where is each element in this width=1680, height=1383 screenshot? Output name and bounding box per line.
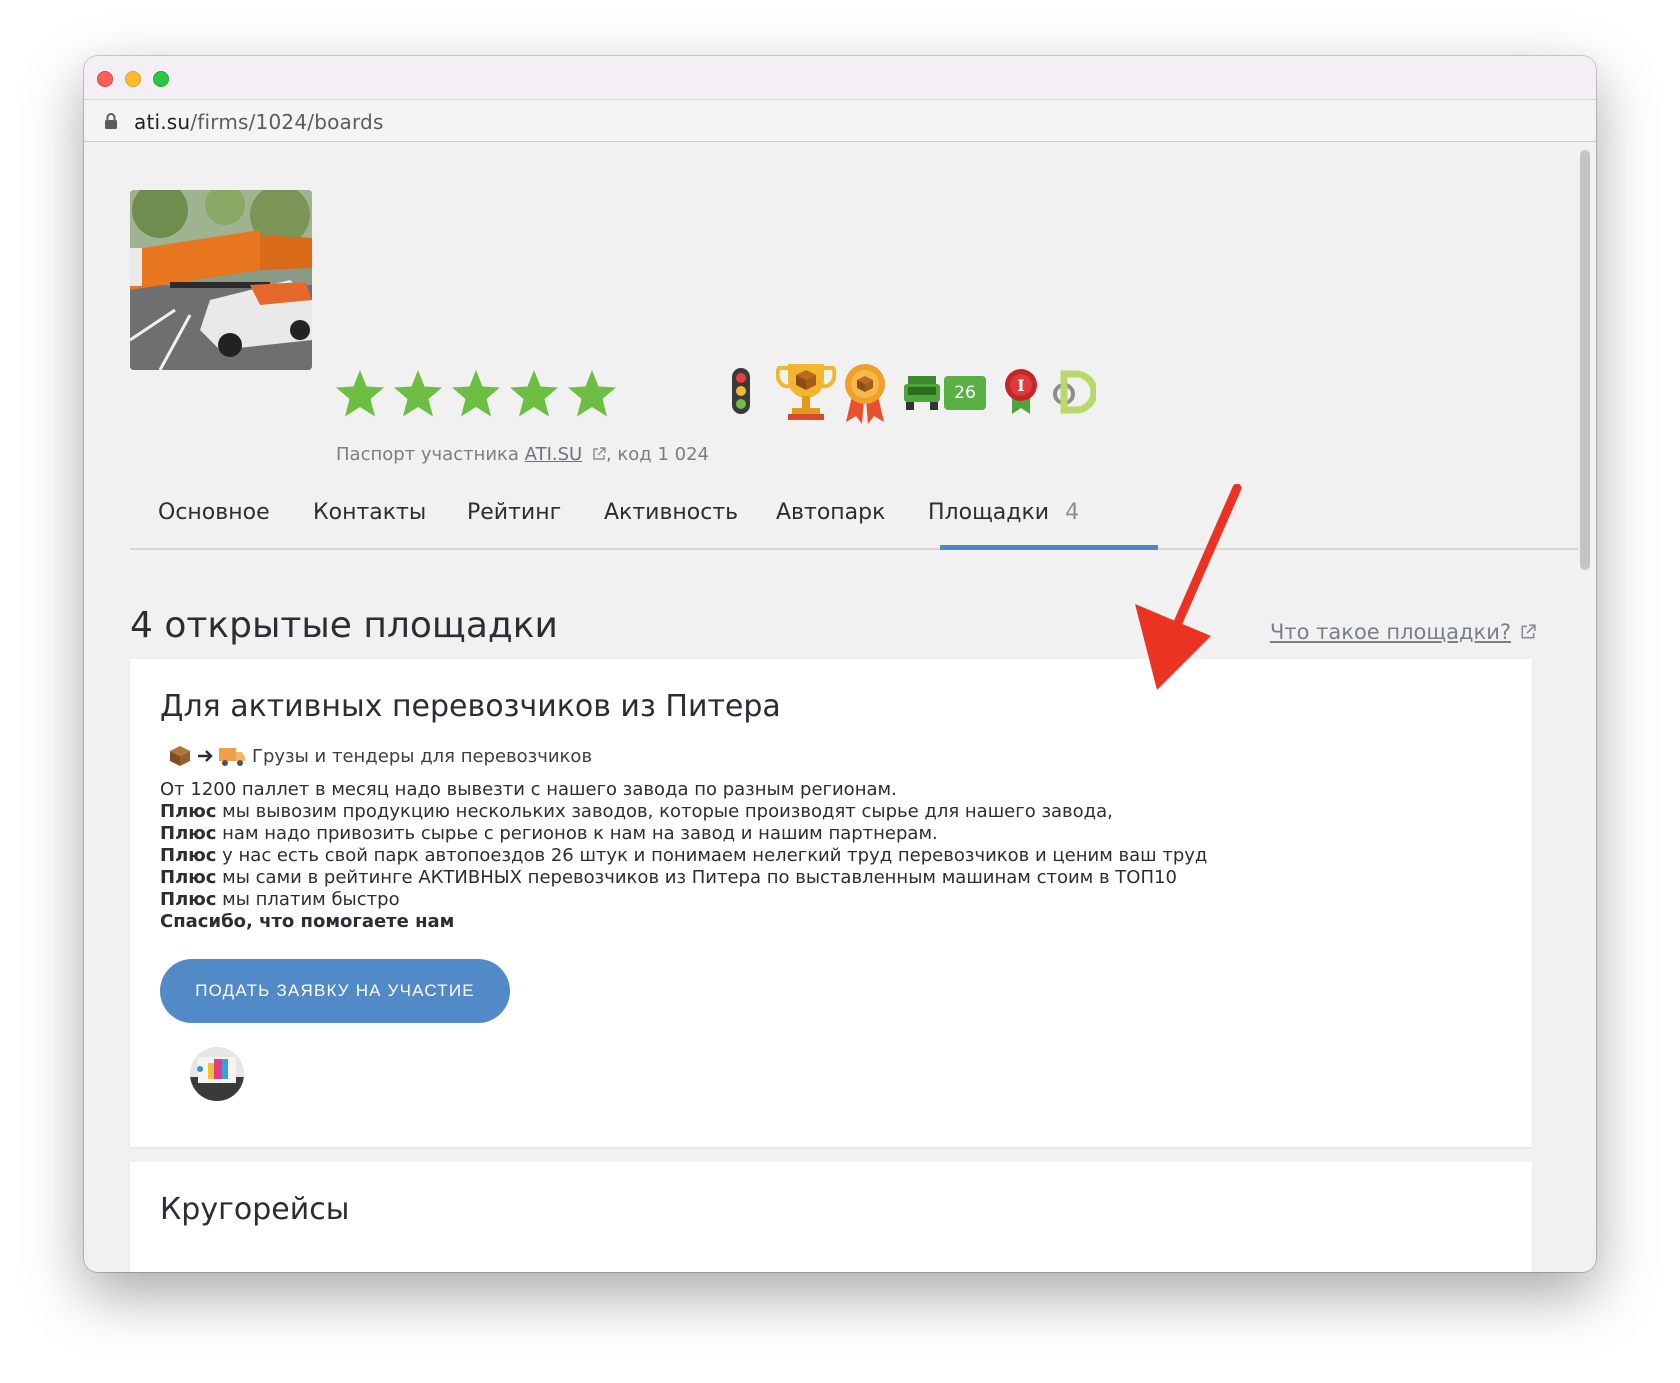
external-link-icon [1521, 624, 1536, 639]
plus-word: Плюс [160, 867, 217, 888]
desc-text: нам надо привозить сырье с регионов к на… [216, 823, 938, 844]
passport-line: Паспорт участника ATI.SU , код 1 024 [336, 444, 709, 465]
minimize-window-button[interactable] [125, 71, 141, 87]
board-type: Грузы и тендеры для перевозчиков [168, 743, 592, 769]
external-link-icon [593, 447, 606, 460]
tab-boards-count: 4 [1065, 500, 1080, 525]
url-path: /firms/1024/boards [190, 110, 384, 134]
profile-tabs: Основное Контакты Рейтинг Активность Авт… [130, 492, 1578, 550]
desc-text: мы платим быстро [216, 889, 400, 910]
address-bar[interactable]: ati.su/firms/1024/boards [84, 100, 1596, 142]
svg-text:I: I [1017, 376, 1024, 395]
active-tab-indicator [940, 545, 1158, 550]
page-content: 26 I Паспорт участника ATI.SU , код 1 02… [84, 142, 1596, 1272]
section-title: 4 открытые площадки [130, 605, 558, 646]
tab-contacts[interactable]: Контакты [313, 500, 426, 525]
lock-icon [105, 113, 117, 129]
desc-line: Плюс мы платим быстро [160, 889, 1207, 911]
board-type-label: Грузы и тендеры для перевозчиков [252, 745, 593, 767]
desc-text: мы сами в рейтинге АКТИВНЫХ перевозчиков… [216, 867, 1177, 888]
tab-main[interactable]: Основное [158, 500, 270, 525]
close-window-button[interactable] [97, 71, 113, 87]
scrollbar-thumb[interactable] [1580, 150, 1590, 570]
medal-icon[interactable] [842, 362, 888, 424]
board-title[interactable]: Для активных перевозчиков из Питера [160, 689, 781, 724]
desc-text: мы вывозим продукцию нескольких заводов,… [216, 801, 1113, 822]
star-icon [452, 370, 500, 417]
desc-line: Плюс мы вывозим продукцию нескольких зав… [160, 801, 1207, 823]
tab-boards-label: Площадки [928, 500, 1050, 525]
desc-line: Спасибо, что помогаете нам [160, 911, 1207, 933]
star-icon [394, 370, 442, 417]
title-bar [84, 56, 1596, 100]
truck-icon[interactable] [902, 374, 942, 412]
desc-text: у нас есть свой парк автопоездов 26 штук… [216, 845, 1208, 866]
fleet-count-badge[interactable]: 26 [944, 376, 986, 410]
ati-su-link[interactable]: ATI.SU [525, 444, 583, 465]
maximize-window-button[interactable] [153, 71, 169, 87]
cargo-box-icon [170, 746, 190, 766]
desc-line: Плюс у нас есть свой парк автопоездов 26… [160, 845, 1207, 867]
plus-word: Плюс [160, 889, 217, 910]
apply-button[interactable]: ПОДАТЬ ЗАЯВКУ НА УЧАСТИЕ [160, 959, 510, 1023]
board-title[interactable]: Кругорейсы [160, 1192, 349, 1227]
board-card: Кругорейсы [130, 1162, 1532, 1272]
desc-line: От 1200 паллет в месяц надо вывезти с на… [160, 779, 897, 800]
browser-window: ati.su/firms/1024/boards 26 I Паспорт уч… [84, 56, 1596, 1272]
tab-fleet[interactable]: Автопарк [776, 500, 885, 525]
insurance-badge-icon[interactable]: I [1004, 368, 1038, 416]
company-photo [130, 190, 312, 370]
plus-word: Плюс [160, 823, 217, 844]
rating-stars[interactable] [334, 368, 618, 424]
what-are-boards-link[interactable]: Что такое площадки? [1270, 620, 1511, 644]
diadoc-badge-icon[interactable] [1050, 370, 1096, 414]
annotation-arrow [1135, 484, 1242, 690]
arrow-right-icon [198, 750, 213, 762]
plus-word: Плюс [160, 845, 217, 866]
trophy-icon[interactable] [776, 360, 836, 422]
star-icon [568, 370, 616, 417]
thanks-text: Спасибо, что помогаете нам [160, 911, 455, 932]
traffic-light-icon[interactable] [730, 366, 752, 416]
passport-code: , код 1 024 [605, 444, 709, 465]
plus-word: Плюс [160, 801, 217, 822]
tab-rating[interactable]: Рейтинг [467, 500, 561, 525]
desc-line: Плюс нам надо привозить сырье с регионов… [160, 823, 1207, 845]
star-icon [510, 370, 558, 417]
url-host: ati.su [134, 110, 191, 134]
star-icon [336, 370, 384, 417]
board-card: Для активных перевозчиков из Питера Груз… [130, 659, 1532, 1147]
board-description: От 1200 паллет в месяц надо вывезти с на… [160, 779, 1207, 933]
tab-activity[interactable]: Активность [604, 500, 738, 525]
tab-boards[interactable]: Площадки 4 [928, 500, 1079, 525]
member-avatar[interactable] [190, 1047, 244, 1101]
truck-icon [219, 748, 245, 766]
desc-line: Плюс мы сами в рейтинге АКТИВНЫХ перевоз… [160, 867, 1207, 889]
url-text[interactable]: ati.su/firms/1024/boards [134, 110, 384, 134]
passport-prefix: Паспорт участника [336, 444, 525, 465]
